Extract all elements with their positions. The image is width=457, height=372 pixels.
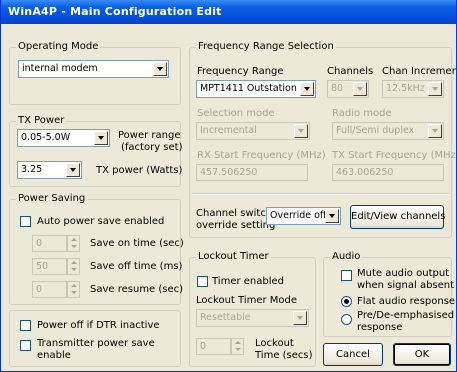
transmitter-power-save-label-1: Transmitter power save [37,338,155,349]
chevron-down-icon[interactable] [294,124,308,138]
pre-de-emphasised-radio[interactable] [341,314,352,325]
lockout-time-input[interactable]: 0 [196,338,231,355]
tx-power-select[interactable]: 3.25 [17,161,82,179]
save-resume-value: 0 [36,284,43,295]
channel-switch-label-2: override setting [196,220,276,231]
lockout-timer-mode-value: Resettable [200,312,251,323]
pre-de-emphasised-label-1: Pre/De-emphasised [357,310,455,321]
power-range-select[interactable]: 0.05-5.0W [17,129,110,147]
save-on-time-value: 0 [36,238,43,249]
operating-mode-legend: Operating Mode [16,41,101,53]
mute-audio-checkbox[interactable] [341,270,352,281]
power-saving-legend: Power Saving [16,193,88,205]
power-range-value: 0.05-5.0W [21,132,71,143]
flat-audio-label: Flat audio response [357,296,456,307]
chan-increment-select[interactable]: 12.5kHz [382,80,444,98]
rx-start-frequency-label: RX Start Frequency (MHz) [197,150,326,161]
chevron-down-icon[interactable] [293,311,307,325]
chevron-down-icon[interactable] [94,131,108,145]
window-title: WinA4P - Main Configuration Edit [1,0,456,24]
channel-switch-label-1: Channel switch [196,208,273,219]
tx-start-frequency-label: TX Start Frequency (MHz) [332,150,457,161]
main-config-window: WinA4P - Main Configuration Edit Operati… [0,0,457,372]
frequency-range-value: MPT1411 Outstation [200,83,297,94]
operating-mode-value: internal modem [22,63,98,74]
frequency-range-legend: Frequency Range Selection [196,41,336,53]
auto-power-save-label: Auto power save enabled [37,216,165,227]
audio-legend: Audio [330,251,363,263]
mute-audio-label-2: when signal absent [357,280,455,291]
mute-audio-label-1: Mute audio output [357,268,450,279]
chan-increment-label: Chan Increment [382,66,457,77]
chevron-down-icon[interactable] [428,82,442,96]
frequency-range-select[interactable]: MPT1411 Outstation [196,80,316,98]
lockout-time-label-2: Time (secs) [255,350,313,361]
transmitter-power-save-checkbox[interactable] [20,340,31,351]
rx-start-frequency-input[interactable]: 457.506250 [196,164,308,181]
chevron-down-icon[interactable] [66,163,80,177]
lockout-timer-mode-select[interactable]: Resettable [196,309,309,327]
save-on-time-input[interactable]: 0 [32,235,67,252]
save-off-time-value: 50 [36,261,49,272]
chevron-down-icon[interactable] [300,82,314,96]
selection-mode-select[interactable]: Incremental [196,122,310,140]
channel-switch-select[interactable]: Override off [266,207,341,225]
lockout-timer-legend: Lockout Timer [196,251,271,263]
save-off-time-spinner[interactable] [67,258,80,275]
save-on-time-spinner[interactable] [67,235,80,252]
lockout-time-label-1: Lockout [255,338,294,349]
save-resume-input[interactable]: 0 [32,281,67,298]
pre-de-emphasised-label-2: response [357,322,403,333]
channels-value: 80 [331,83,344,94]
ok-button[interactable]: OK [393,343,451,366]
chevron-down-icon[interactable] [153,62,167,76]
rx-start-frequency-value: 457.506250 [200,167,258,178]
operating-mode-select[interactable]: internal modem [18,60,169,78]
channel-switch-value: Override off [270,210,327,221]
save-on-time-label: Save on time (sec) [90,238,184,249]
lockout-timer-mode-label: Lockout Timer Mode [196,295,298,306]
channels-label: Channels [327,66,374,77]
transmitter-power-save-label-2: enable [37,350,71,361]
chevron-down-icon[interactable] [325,209,339,223]
tx-power-label: TX power (Watts) [96,165,183,176]
save-resume-spinner[interactable] [67,281,80,298]
lockout-time-value: 0 [200,341,207,352]
radio-mode-label: Radio mode [332,108,392,119]
save-off-time-label: Save off time (ms) [90,261,183,272]
selection-mode-value: Incremental [200,125,257,136]
chan-increment-value: 12.5kHz [386,83,425,94]
save-resume-label: Save resume (sec) [90,284,184,295]
flat-audio-radio[interactable] [341,296,352,307]
selection-mode-label: Selection mode [197,108,275,119]
tx-start-frequency-value: 463.006250 [336,167,394,178]
group-separator [192,193,449,195]
power-range-label-2: (factory set) [121,142,183,153]
tx-power-value: 3.25 [21,164,43,175]
auto-power-save-checkbox[interactable] [20,216,31,227]
channels-select[interactable]: 80 [327,80,369,98]
frequency-range-label: Frequency Range [197,66,284,77]
chevron-down-icon[interactable] [353,82,367,96]
chevron-down-icon[interactable] [428,124,442,138]
timer-enabled-label: Timer enabled [212,276,285,287]
power-off-dtr-label: Power off if DTR inactive [37,320,160,331]
timer-enabled-checkbox[interactable] [197,276,208,287]
radio-mode-value: Full/Semi duplex [336,125,415,136]
edit-view-channels-button[interactable]: Edit/View channels [350,205,445,229]
cancel-button[interactable]: Cancel [323,343,383,366]
tx-start-frequency-input[interactable]: 463.006250 [332,164,444,181]
lockout-time-spinner[interactable] [231,338,244,355]
save-off-time-input[interactable]: 50 [32,258,67,275]
tx-power-legend: TX Power [16,115,67,127]
power-range-label-1: Power range [118,130,181,141]
radio-mode-select[interactable]: Full/Semi duplex [332,122,444,140]
power-off-dtr-checkbox[interactable] [20,320,31,331]
